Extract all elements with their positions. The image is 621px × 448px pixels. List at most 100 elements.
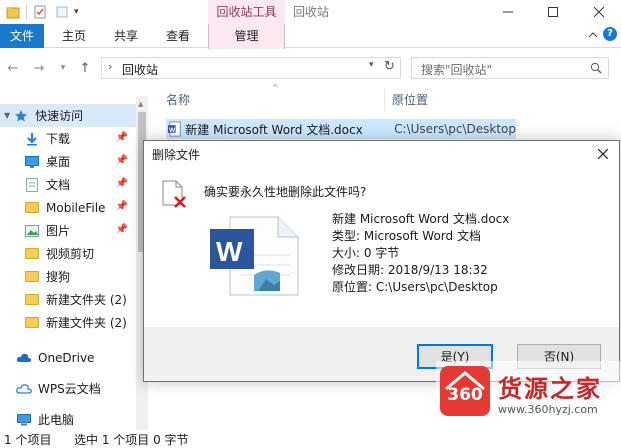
tab-home[interactable]: 主页 <box>54 24 94 48</box>
nav-item-desktop[interactable]: 桌面 📌 <box>0 150 148 173</box>
detail-origin: 原位置: C:\Users\pc\Desktop <box>332 280 498 294</box>
column-divider <box>384 89 385 111</box>
navigation-pane: ▼ 快速访问 下载 📌 桌面 📌 文档 📌 MobileFile 📌 图片 📌 … <box>0 96 148 430</box>
search-placeholder: 搜索"回收站" <box>421 63 493 77</box>
up-button[interactable]: ↑ <box>76 59 94 77</box>
pin-icon: 📌 <box>115 201 128 212</box>
nav-label: 新建文件夹 (2) <box>46 293 127 307</box>
word-document-large-icon: W <box>210 216 299 296</box>
watermark-url: www.360hyzj.com <box>498 403 598 416</box>
watermark-title: 货源之家 <box>498 375 602 403</box>
folder-icon <box>24 270 40 284</box>
desktop-icon <box>24 155 40 169</box>
properties-icon[interactable] <box>33 5 47 19</box>
nav-item-mobilefile[interactable]: MobileFile 📌 <box>0 196 148 219</box>
help-icon[interactable]: ? <box>603 27 617 41</box>
up-arrow-icon: ↑ <box>79 60 91 76</box>
nav-label: 搜狗 <box>46 270 71 284</box>
dialog-close-button[interactable] <box>593 144 613 164</box>
file-details: 新建 Microsoft Word 文档.docx 类型: Microsoft … <box>332 211 509 296</box>
tab-manage[interactable]: 管理 <box>208 24 285 49</box>
column-header-location[interactable]: 原位置 <box>392 87 428 113</box>
nav-label: MobileFile <box>46 200 106 215</box>
selection-info: 选中 1 个项目 0 字节 <box>74 433 189 447</box>
refresh-icon[interactable]: ↻ <box>384 59 395 74</box>
customize-toolbar-icon[interactable]: ▾ <box>74 7 79 17</box>
tab-share[interactable]: 共享 <box>106 24 146 48</box>
address-dropdown-icon[interactable]: ▾ <box>369 60 374 70</box>
delete-file-dialog: 删除文件 确实要永久性地删除此文件吗? W 新建 Microsoft Word … <box>143 140 620 382</box>
computer-icon <box>16 413 32 427</box>
nav-item-quick-access[interactable]: ▼ 快速访问 <box>0 104 148 127</box>
nav-item-new-folder-1[interactable]: 新建文件夹 (2) <box>0 288 148 311</box>
dialog-question: 确实要永久性地删除此文件吗? <box>204 185 367 199</box>
nav-item-documents[interactable]: 文档 📌 <box>0 173 148 196</box>
file-origin: C:\Users\pc\Desktop <box>394 122 516 136</box>
table-row[interactable]: W 新建 Microsoft Word 文档.docx C:\Users\pc\… <box>166 119 516 139</box>
star-icon <box>13 109 29 123</box>
detail-size: 大小: 0 字节 <box>332 246 400 260</box>
ribbon-tabs: 文件 主页 共享 查看 管理 ? <box>0 24 621 49</box>
nav-item-downloads[interactable]: 下载 📌 <box>0 127 148 150</box>
detail-type: 类型: Microsoft Word 文档 <box>332 229 481 243</box>
breadcrumb-chevron-icon: › <box>108 60 113 73</box>
nav-item-sogou[interactable]: 搜狗 <box>0 265 148 288</box>
folder-icon <box>24 201 40 215</box>
maximize-button[interactable] <box>533 0 573 24</box>
item-count: 1 个项目 <box>4 433 52 447</box>
folder-icon <box>24 316 40 330</box>
document-icon <box>24 177 40 192</box>
nav-label: 图片 <box>46 224 71 238</box>
nav-label: 文档 <box>46 178 71 192</box>
detail-modified: 修改日期: 2018/9/13 18:32 <box>332 263 488 277</box>
tab-view[interactable]: 查看 <box>158 24 198 48</box>
pin-icon: 📌 <box>115 224 128 235</box>
download-icon <box>24 132 40 146</box>
sort-ascending-icon: ^ <box>272 83 279 92</box>
close-window-button[interactable] <box>579 0 619 24</box>
expand-ribbon-icon[interactable] <box>588 29 598 43</box>
cloud-icon <box>16 351 32 365</box>
forward-button[interactable]: → <box>30 59 48 77</box>
nav-item-this-pc[interactable]: 此电脑 <box>0 408 148 431</box>
nav-label: 桌面 <box>46 155 71 169</box>
nav-item-pictures[interactable]: 图片 📌 <box>0 219 148 242</box>
close-icon <box>598 149 608 159</box>
file-name: 新建 Microsoft Word 文档.docx <box>185 122 363 137</box>
column-header-name[interactable]: 名称 <box>166 87 190 113</box>
nav-item-video-editing[interactable]: 视频剪切 <box>0 242 148 265</box>
delete-file-icon <box>162 180 186 208</box>
wps-cloud-icon <box>16 382 32 396</box>
detail-filename: 新建 Microsoft Word 文档.docx <box>332 212 510 226</box>
pin-icon: 📌 <box>115 155 128 166</box>
new-folder-icon[interactable] <box>55 5 69 19</box>
svg-text:W: W <box>169 127 176 134</box>
tab-file[interactable]: 文件 <box>0 24 44 48</box>
forward-arrow-icon: → <box>33 60 45 76</box>
minimize-icon <box>503 11 513 13</box>
nav-label: 视频剪切 <box>46 247 95 261</box>
nav-label: 下载 <box>46 132 71 146</box>
word-document-icon: W <box>168 121 181 137</box>
chevron-down-icon: ▾ <box>60 63 66 73</box>
recent-locations-button[interactable]: ▾ <box>54 59 72 77</box>
explorer-icon <box>6 7 20 19</box>
search-icon <box>590 62 602 74</box>
pin-icon: 📌 <box>115 178 128 189</box>
nav-label: 此电脑 <box>38 413 75 427</box>
search-input[interactable]: 搜索"回收站" <box>411 57 609 79</box>
folder-icon <box>24 293 40 307</box>
nav-item-new-folder-2[interactable]: 新建文件夹 (2) <box>0 311 148 334</box>
title-bar: ▾ 回收站工具 回收站 <box>0 0 621 24</box>
minimize-button[interactable] <box>488 0 528 24</box>
address-bar[interactable]: › 回收站 ▾ ↻ <box>101 57 401 79</box>
folder-icon <box>24 247 40 261</box>
window-title: 回收站 <box>293 5 330 19</box>
nav-label: OneDrive <box>38 350 95 365</box>
back-button[interactable]: ← <box>4 59 22 77</box>
explorer-window: ▾ 回收站工具 回收站 文件 主页 共享 查看 管理 ? ← → ▾ ↑ › 回… <box>0 0 621 448</box>
nav-item-onedrive[interactable]: OneDrive <box>0 346 148 369</box>
nav-item-wps-cloud[interactable]: WPS云文档 <box>0 377 148 400</box>
picture-icon <box>24 224 40 238</box>
watermark: 360 货源之家 www.360hyzj.com <box>436 361 621 433</box>
